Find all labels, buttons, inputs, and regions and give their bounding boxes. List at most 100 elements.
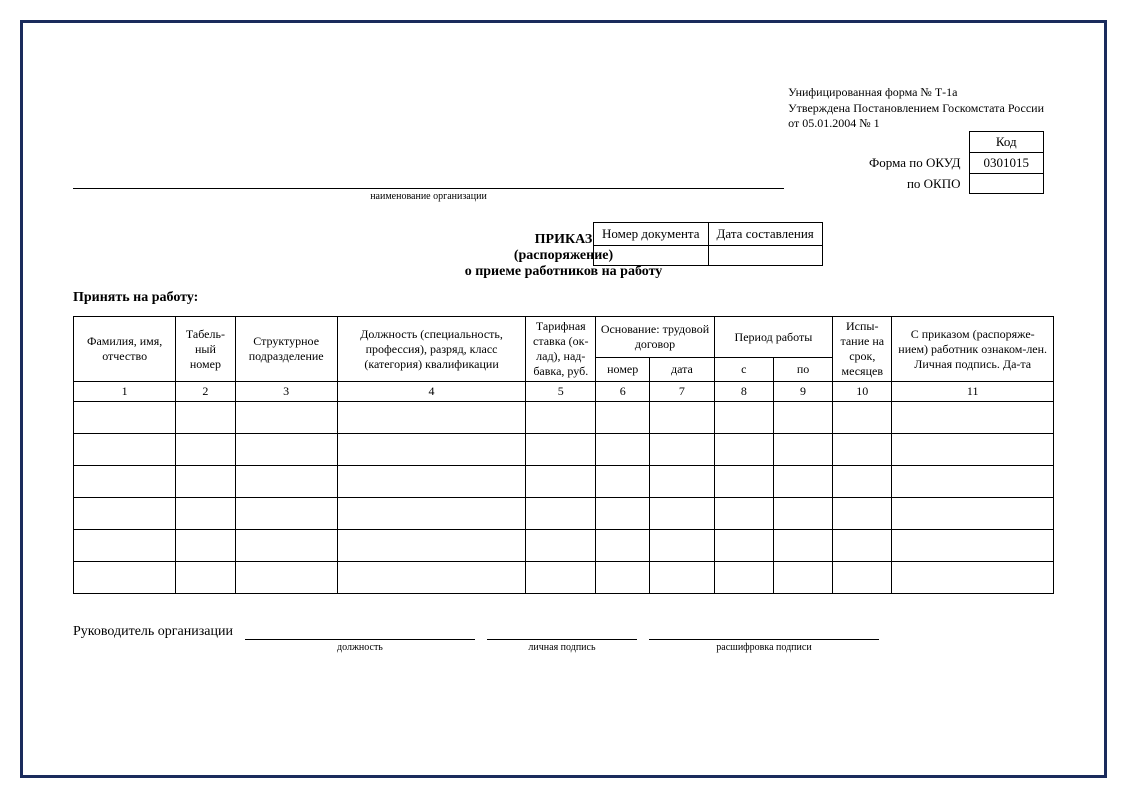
cell[interactable] [176, 466, 235, 498]
doc-number-value[interactable] [594, 246, 709, 266]
cell[interactable] [773, 466, 832, 498]
cell[interactable] [596, 562, 650, 594]
cell[interactable] [74, 562, 176, 594]
cell[interactable] [773, 562, 832, 594]
cell[interactable] [714, 402, 773, 434]
cell[interactable] [714, 562, 773, 594]
numrow-2: 2 [176, 382, 235, 402]
organization-caption: наименование организации [73, 191, 784, 202]
cell[interactable] [176, 498, 235, 530]
cell[interactable] [235, 498, 337, 530]
cell[interactable] [892, 466, 1054, 498]
cell[interactable] [235, 466, 337, 498]
okpo-value[interactable] [969, 174, 1044, 194]
cell[interactable] [773, 402, 832, 434]
numrow-10: 10 [833, 382, 892, 402]
th-group6: Основание: трудовой договор [596, 317, 714, 358]
doc-date-value[interactable] [708, 246, 822, 266]
cell[interactable] [176, 530, 235, 562]
cell[interactable] [833, 402, 892, 434]
cell[interactable] [337, 402, 525, 434]
position-line[interactable]: должность [245, 624, 475, 640]
cell[interactable] [337, 530, 525, 562]
okud-value[interactable]: 0301015 [969, 153, 1044, 174]
table-row [74, 434, 1054, 466]
cell[interactable] [176, 562, 235, 594]
cell[interactable] [74, 498, 176, 530]
cell[interactable] [337, 498, 525, 530]
cell[interactable] [892, 498, 1054, 530]
cell[interactable] [235, 562, 337, 594]
table-row [74, 402, 1054, 434]
code-table: Код Форма по ОКУД 0301015 по ОКПО [855, 131, 1044, 194]
numrow-9: 9 [773, 382, 832, 402]
cell[interactable] [833, 498, 892, 530]
form-info-line2: Утверждена Постановлением Госкомстата Ро… [788, 101, 1044, 117]
cell[interactable] [235, 530, 337, 562]
numrow-11: 11 [892, 382, 1054, 402]
decoding-line[interactable]: расшифровка подписи [649, 624, 879, 640]
cell[interactable] [892, 402, 1054, 434]
cell[interactable] [526, 530, 596, 562]
cell[interactable] [74, 402, 176, 434]
doc-number-table: Номер документа Дата составления [593, 222, 823, 266]
cell[interactable] [650, 466, 715, 498]
cell[interactable] [650, 562, 715, 594]
personal-signature-line[interactable]: личная подпись [487, 624, 637, 640]
cell[interactable] [714, 466, 773, 498]
cell[interactable] [526, 562, 596, 594]
numrow-5: 5 [526, 382, 596, 402]
cell[interactable] [892, 562, 1054, 594]
position-caption: должность [245, 642, 475, 653]
cell[interactable] [714, 434, 773, 466]
title-sub1: (распоряжение) [73, 248, 1054, 264]
cell[interactable] [596, 530, 650, 562]
th-col10: Испы-тание на срок, месяцев [833, 317, 892, 382]
cell[interactable] [892, 434, 1054, 466]
cell[interactable] [714, 498, 773, 530]
th-col7: дата [650, 358, 715, 382]
cell[interactable] [596, 402, 650, 434]
th-col5: Тарифная ставка (ок-лад), над-бавка, руб… [526, 317, 596, 382]
okud-label: Форма по ОКУД [855, 153, 969, 174]
cell[interactable] [337, 562, 525, 594]
cell[interactable] [337, 466, 525, 498]
title-block: ПРИКАЗ (распоряжение) о приеме работнико… [73, 232, 1054, 280]
cell[interactable] [176, 402, 235, 434]
cell[interactable] [833, 434, 892, 466]
cell[interactable] [596, 434, 650, 466]
cell[interactable] [892, 530, 1054, 562]
cell[interactable] [650, 530, 715, 562]
cell[interactable] [526, 466, 596, 498]
cell[interactable] [235, 434, 337, 466]
cell[interactable] [650, 498, 715, 530]
cell[interactable] [773, 530, 832, 562]
form-info-line1: Унифицированная форма № Т-1а [788, 85, 1044, 101]
cell[interactable] [596, 498, 650, 530]
cell[interactable] [833, 530, 892, 562]
cell[interactable] [74, 434, 176, 466]
cell[interactable] [596, 466, 650, 498]
cell[interactable] [176, 434, 235, 466]
cell[interactable] [526, 498, 596, 530]
cell[interactable] [526, 434, 596, 466]
personal-caption: личная подпись [487, 642, 637, 653]
organization-name-line[interactable] [73, 171, 784, 189]
form-info-line3: от 05.01.2004 № 1 [788, 116, 1044, 132]
cell[interactable] [714, 530, 773, 562]
cell[interactable] [235, 402, 337, 434]
cell[interactable] [650, 434, 715, 466]
th-col4: Должность (специальность, профессия), ра… [337, 317, 525, 382]
signature-block: Руководитель организации должность лична… [73, 624, 1054, 640]
cell[interactable] [526, 402, 596, 434]
cell[interactable] [337, 434, 525, 466]
cell[interactable] [650, 402, 715, 434]
cell[interactable] [773, 434, 832, 466]
numrow-7: 7 [650, 382, 715, 402]
cell[interactable] [833, 562, 892, 594]
cell[interactable] [833, 466, 892, 498]
cell[interactable] [773, 498, 832, 530]
th-col11: С приказом (распоряже-нием) работник озн… [892, 317, 1054, 382]
cell[interactable] [74, 466, 176, 498]
cell[interactable] [74, 530, 176, 562]
